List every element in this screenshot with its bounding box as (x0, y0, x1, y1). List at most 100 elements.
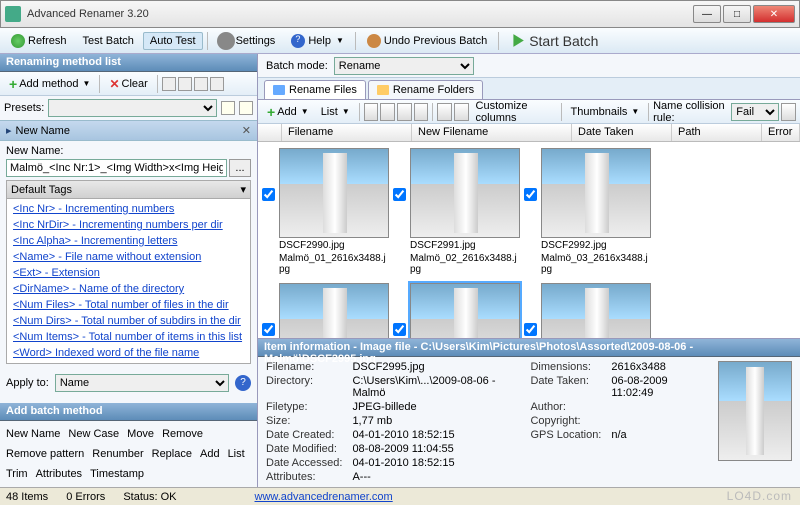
undo-button[interactable]: Undo Previous Batch (360, 31, 494, 51)
tag-num-files[interactable]: <Num Files> - Total number of files in t… (7, 297, 250, 313)
folder-icon (377, 85, 389, 95)
default-tags-header[interactable]: Default Tags▾ (6, 180, 251, 199)
files-move-bottom[interactable] (414, 103, 429, 121)
file-item[interactable]: DSCF2994.jpg (262, 283, 389, 338)
batch-renumber[interactable]: Renumber (92, 445, 143, 463)
method-close-icon[interactable]: ✕ (242, 124, 251, 137)
clear-methods-button[interactable]: ✕Clear (104, 75, 152, 93)
collision-label: Name collision rule: (653, 100, 729, 124)
tag-dirname[interactable]: <DirName> - Name of the directory (7, 281, 250, 297)
files-move-top[interactable] (364, 103, 379, 121)
file-checkbox[interactable] (262, 323, 275, 336)
tag-ext[interactable]: <Ext> - Extension (7, 265, 250, 281)
list-button[interactable]: List▼ (316, 104, 355, 120)
customize-columns-button[interactable]: Customize columns (471, 98, 557, 126)
col-new-filename[interactable]: New Filename (412, 124, 572, 141)
refresh-button[interactable]: Refresh (4, 31, 74, 51)
file-checkbox[interactable] (393, 188, 406, 201)
preset-save-button[interactable] (239, 101, 253, 115)
batch-new-name[interactable]: New Name (6, 425, 60, 443)
tag-num-dirs[interactable]: <Num Dirs> - Total number of subdirs in … (7, 313, 250, 329)
add-method-button[interactable]: +Add method▼ (4, 74, 95, 94)
batch-list[interactable]: List (228, 445, 245, 463)
close-button[interactable]: ✕ (753, 5, 795, 23)
tab-rename-folders[interactable]: Rename Folders (368, 80, 483, 99)
thumbnail-image[interactable] (410, 283, 520, 338)
batch-move[interactable]: Move (127, 425, 154, 443)
file-item[interactable]: DSCF2992.jpg Malmö_03_2616x3488.jpg (524, 148, 651, 275)
batch-add[interactable]: Add (200, 445, 220, 463)
start-batch-button[interactable]: Start Batch (503, 30, 605, 52)
tag-name[interactable]: <Name> - File name without extension (7, 249, 250, 265)
batch-new-case[interactable]: New Case (68, 425, 119, 443)
main-toolbar: Refresh Test Batch Auto Test Settings He… (0, 28, 800, 54)
settings-button[interactable]: Settings (212, 31, 283, 51)
new-name-input[interactable] (6, 159, 227, 177)
file-newname: Malmö_01_2616x3488.jpg (279, 253, 389, 275)
add-files-button[interactable]: +Add▼ (262, 102, 314, 122)
file-checkbox[interactable] (524, 188, 537, 201)
file-item[interactable]: DSCF2995.jpg (393, 283, 520, 338)
method-move-down[interactable] (194, 77, 208, 91)
file-checkbox[interactable] (524, 323, 537, 336)
help-button[interactable]: Help▼ (284, 31, 351, 51)
col-path[interactable]: Path (672, 124, 762, 141)
apply-to-label: Apply to: (6, 377, 49, 389)
method-move-up[interactable] (178, 77, 192, 91)
batch-remove-pattern[interactable]: Remove pattern (6, 445, 84, 463)
col-error[interactable]: Error (762, 124, 800, 141)
tag-inc-nr[interactable]: <Inc Nr> - Incrementing numbers (7, 201, 250, 217)
file-name: DSCF2990.jpg (279, 240, 389, 251)
apply-help-icon[interactable]: ? (235, 375, 251, 391)
preset-open-button[interactable] (221, 101, 235, 115)
thumbnail-image[interactable] (279, 283, 389, 338)
tag-word[interactable]: <Word> Indexed word of the file name (7, 345, 250, 361)
col-filename[interactable]: Filename (282, 124, 412, 141)
thumbnail-image[interactable] (279, 148, 389, 238)
file-item[interactable]: DSCF2991.jpg Malmö_02_2616x3488.jpg (393, 148, 520, 275)
file-checkbox[interactable] (262, 188, 275, 201)
batch-mode-label: Batch mode: (266, 60, 328, 72)
presets-select[interactable] (48, 99, 217, 117)
uncheck-all[interactable] (454, 103, 469, 121)
website-link[interactable]: www.advancedrenamer.com (255, 491, 393, 503)
thumbnails-button[interactable]: Thumbnails▼ (566, 104, 645, 120)
minimize-button[interactable]: — (693, 5, 721, 23)
batch-timestamp[interactable]: Timestamp (90, 465, 144, 483)
maximize-button[interactable]: □ (723, 5, 751, 23)
file-item[interactable]: DSCF2996.jpg (524, 283, 651, 338)
tag-inc-alpha[interactable]: <Inc Alpha> - Incrementing letters (7, 233, 250, 249)
collision-select[interactable]: Fail (731, 103, 779, 121)
batch-trim[interactable]: Trim (6, 465, 28, 483)
auto-test-button[interactable]: Auto Test (143, 32, 203, 50)
method-header[interactable]: ▸ New Name ✕ (0, 120, 257, 141)
thumbnail-image[interactable] (541, 283, 651, 338)
files-move-up[interactable] (380, 103, 395, 121)
status-text: Status: OK (123, 491, 176, 503)
col-date-taken[interactable]: Date Taken (572, 124, 672, 141)
toolbar-overflow[interactable] (781, 103, 796, 121)
batch-remove[interactable]: Remove (162, 425, 203, 443)
tab-rename-files[interactable]: Rename Files (264, 80, 366, 99)
undo-icon (367, 34, 381, 48)
thumbnail-image[interactable] (410, 148, 520, 238)
files-move-down[interactable] (397, 103, 412, 121)
new-name-label: New Name: (6, 145, 251, 157)
batch-mode-select[interactable]: Rename (334, 57, 474, 75)
file-newname: Malmö_03_2616x3488.jpg (541, 253, 651, 275)
new-name-browse-button[interactable]: ... (229, 159, 251, 177)
check-all[interactable] (437, 103, 452, 121)
method-move-top[interactable] (162, 77, 176, 91)
method-move-bottom[interactable] (210, 77, 224, 91)
file-item[interactable]: DSCF2990.jpg Malmö_01_2616x3488.jpg (262, 148, 389, 275)
thumbnail-image[interactable] (541, 148, 651, 238)
tag-inc-nrdir[interactable]: <Inc NrDir> - Incrementing numbers per d… (7, 217, 250, 233)
batch-attributes[interactable]: Attributes (36, 465, 82, 483)
apply-to-select[interactable]: Name (55, 374, 229, 392)
x-icon: ✕ (109, 77, 119, 91)
tag-num-items[interactable]: <Num Items> - Total number of items in t… (7, 329, 250, 345)
test-batch-button[interactable]: Test Batch (76, 32, 141, 50)
batch-replace[interactable]: Replace (152, 445, 192, 463)
file-checkbox[interactable] (393, 323, 406, 336)
window-titlebar: Advanced Renamer 3.20 — □ ✕ (0, 0, 800, 28)
